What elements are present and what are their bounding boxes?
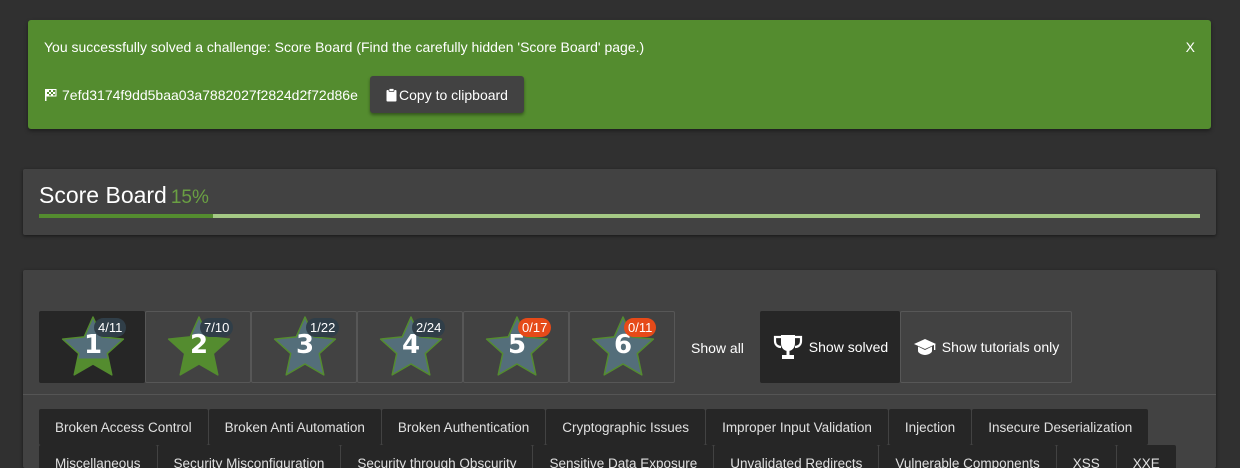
category-filter-chip[interactable]: XSS	[1056, 445, 1116, 468]
flag-icon	[45, 89, 57, 101]
score-progress-fill	[39, 214, 214, 218]
difficulty-level-number: 4	[401, 330, 421, 360]
filter-divider	[23, 394, 1216, 395]
category-filter-chip[interactable]: XXE	[1116, 445, 1176, 468]
alert-message: You successfully solved a challenge: Sco…	[44, 39, 645, 55]
challenge-filter-panel: 1 4/11 2 7/10 3 1/22 4 2/24 5 0/17 6 0/11 Show all …	[23, 270, 1216, 468]
score-board-header: Score Board 15%	[23, 169, 1216, 235]
category-filter-chip[interactable]: Improper Input Validation	[706, 409, 888, 445]
category-filter-chip[interactable]: Cryptographic Issues	[546, 409, 706, 445]
page-title: Score Board	[39, 182, 167, 208]
solved-count-badge: 1/22	[306, 318, 340, 337]
copy-button-label: Copy to clipboard	[399, 86, 508, 103]
challenge-solved-alert: You successfully solved a challenge: Sco…	[28, 20, 1211, 129]
difficulty-filter-2[interactable]: 2 7/10	[145, 311, 251, 383]
score-percent: 15%	[170, 187, 209, 208]
category-filter-chip[interactable]: Broken Authentication	[381, 409, 546, 445]
category-filter-chip[interactable]: Miscellaneous	[39, 445, 157, 468]
difficulty-filter-4[interactable]: 4 2/24	[357, 311, 463, 383]
flag-code-row: 7efd3174f9dd5baa03a7882027f2824d2f72d86e	[44, 87, 358, 103]
graduation-cap-icon	[913, 339, 936, 355]
difficulty-level-number: 1	[83, 330, 103, 360]
show-all-button[interactable]: Show all	[691, 340, 744, 356]
solved-count-badge: 7/10	[200, 318, 234, 337]
trophy-icon	[773, 335, 802, 359]
difficulty-level-number: 2	[189, 330, 209, 360]
difficulty-level-number: 5	[507, 330, 527, 360]
solved-count-badge: 0/17	[518, 318, 552, 337]
solved-count-badge: 4/11	[94, 318, 127, 337]
show-tutorials-button[interactable]: Show tutorials only	[900, 311, 1072, 383]
flag-code: 7efd3174f9dd5baa03a7882027f2824d2f72d86e	[62, 87, 358, 103]
copy-to-clipboard-button[interactable]: Copy to clipboard	[370, 76, 524, 113]
solved-count-badge: 0/11	[624, 318, 657, 337]
difficulty-filter-3[interactable]: 3 1/22	[251, 311, 357, 383]
show-solved-button[interactable]: Show solved	[760, 311, 900, 383]
category-filter-chip[interactable]: Security Misconfiguration	[157, 445, 341, 468]
category-filter-chip[interactable]: Security through Obscurity	[341, 445, 533, 468]
category-filter-chip[interactable]: Broken Anti Automation	[208, 409, 381, 445]
difficulty-level-number: 3	[295, 330, 315, 360]
score-progress-bar	[39, 214, 1200, 218]
alert-close-button[interactable]: X	[1186, 39, 1195, 55]
solved-count-badge: 2/24	[412, 318, 446, 337]
show-tutorials-label: Show tutorials only	[941, 339, 1060, 355]
show-solved-label: Show solved	[808, 339, 889, 355]
category-filter-chip[interactable]: Vulnerable Components	[879, 445, 1056, 468]
category-filter-chip[interactable]: Insecure Deserialization	[972, 409, 1149, 445]
difficulty-level-number: 6	[613, 330, 633, 360]
clipboard-icon	[386, 87, 397, 101]
category-filter-chip[interactable]: Injection	[888, 409, 972, 445]
difficulty-filter-1[interactable]: 1 4/11	[39, 311, 145, 383]
category-filter-chip[interactable]: Unvalidated Redirects	[714, 445, 879, 468]
category-filter-row: Broken Access Control Broken Anti Automat…	[39, 409, 1149, 445]
category-filter-chip[interactable]: Sensitive Data Exposure	[533, 445, 714, 468]
category-filter-row: Miscellaneous Security Misconfiguration Se…	[39, 445, 1177, 468]
category-filter-chip[interactable]: Broken Access Control	[39, 409, 208, 445]
difficulty-filter-5[interactable]: 5 0/17	[463, 311, 569, 383]
difficulty-filter-6[interactable]: 6 0/11	[569, 311, 675, 383]
